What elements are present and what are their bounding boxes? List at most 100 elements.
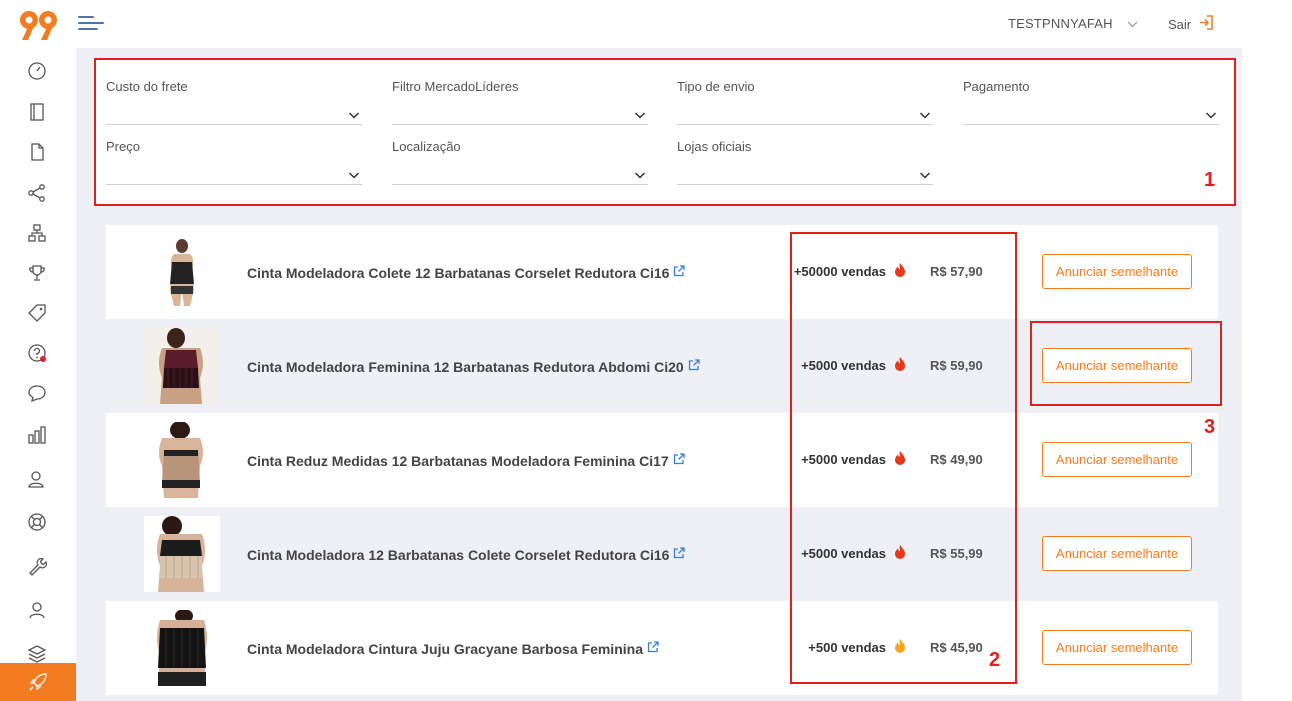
logout-icon (1199, 15, 1213, 33)
user-menu[interactable]: TESTPNNYAFAH (1008, 16, 1138, 31)
filter-localizacao[interactable]: Localização (392, 139, 648, 185)
chevron-down-icon (1127, 19, 1138, 31)
chevron-down-icon (919, 172, 931, 179)
filter-preco[interactable]: Preço (106, 139, 362, 185)
product-row: Cinta Reduz Medidas 12 Barbatanas Modela… (106, 413, 1218, 507)
filter-lojas-oficiais[interactable]: Lojas oficiais (677, 139, 933, 185)
product-title: Cinta Modeladora Feminina 12 Barbatanas … (247, 359, 684, 375)
filter-mercadolideres[interactable]: Filtro MercadoLíderes (392, 79, 648, 125)
anunciar-semelhante-button[interactable]: Anunciar semelhante (1042, 442, 1192, 477)
product-price: R$ 59,90 (930, 358, 983, 373)
filter-tipo-de-envio[interactable]: Tipo de envio (677, 79, 933, 125)
filter-label: Localização (392, 139, 461, 154)
chevron-down-icon (634, 112, 646, 119)
product-title-link[interactable]: Cinta Reduz Medidas 12 Barbatanas Modela… (247, 452, 685, 469)
filter-label: Lojas oficiais (677, 139, 752, 154)
logout-label: Sair (1168, 16, 1192, 32)
select-underline (106, 124, 362, 125)
product-image[interactable] (144, 610, 220, 686)
document-icon[interactable] (26, 141, 48, 163)
product-title-link[interactable]: Cinta Modeladora 12 Barbatanas Colete Co… (247, 546, 686, 563)
product-price: R$ 57,90 (930, 264, 983, 279)
anunciar-semelhante-button[interactable]: Anunciar semelhante (1042, 254, 1192, 289)
annotation-number-1: 1 (1204, 169, 1216, 191)
filter-label: Tipo de envio (677, 79, 755, 94)
chevron-down-icon (348, 112, 360, 119)
logout-button[interactable]: Sair (1168, 15, 1213, 33)
anunciar-semelhante-button[interactable]: Anunciar semelhante (1042, 536, 1192, 571)
top-bar: TESTPNNYAFAH Sair (0, 0, 1292, 48)
chevron-down-icon (919, 112, 931, 119)
sales-count: +5000 vendas (801, 546, 886, 561)
filter-pagamento[interactable]: Pagamento (963, 79, 1219, 125)
product-row: Cinta Modeladora 12 Barbatanas Colete Co… (106, 507, 1218, 601)
product-title-link[interactable]: Cinta Modeladora Feminina 12 Barbatanas … (247, 358, 700, 375)
product-image[interactable] (144, 422, 220, 498)
flame-icon (895, 451, 905, 465)
flame-icon (895, 639, 905, 653)
filter-custo-do-frete[interactable]: Custo do frete (106, 79, 362, 125)
flame-icon (895, 545, 905, 559)
logo-99[interactable] (18, 8, 60, 42)
layers-icon[interactable] (26, 643, 48, 665)
menu-toggle-icon[interactable] (78, 14, 104, 32)
select-underline (677, 184, 933, 185)
select-underline (392, 184, 648, 185)
question-notification-icon[interactable] (26, 342, 48, 364)
product-price: R$ 45,90 (930, 640, 983, 655)
product-title-link[interactable]: Cinta Modeladora Colete 12 Barbatanas Co… (247, 264, 686, 281)
product-price: R$ 55,99 (930, 546, 983, 561)
annotation-number-2: 2 (989, 649, 1001, 671)
users-icon[interactable] (26, 468, 48, 490)
external-link-icon (673, 452, 685, 468)
rocket-icon[interactable] (0, 663, 76, 701)
wrench-icon[interactable] (26, 555, 48, 577)
sales-count: +5000 vendas (801, 358, 886, 373)
bar-chart-icon[interactable] (26, 424, 48, 446)
speedometer-icon[interactable] (26, 60, 48, 82)
product-title: Cinta Modeladora Colete 12 Barbatanas Co… (247, 265, 670, 281)
product-row: Cinta Modeladora Feminina 12 Barbatanas … (106, 319, 1218, 413)
flame-icon (895, 263, 905, 277)
sales-count: +5000 vendas (801, 452, 886, 467)
annotation-number-3: 3 (1204, 416, 1216, 438)
product-price: R$ 49,90 (930, 452, 983, 467)
anunciar-semelhante-button[interactable]: Anunciar semelhante (1042, 348, 1192, 383)
user-icon[interactable] (26, 599, 48, 621)
filter-label: Pagamento (963, 79, 1030, 94)
product-row: Cinta Modeladora Cintura Juju Gracyane B… (106, 601, 1218, 695)
share-icon[interactable] (26, 182, 48, 204)
flame-icon (895, 357, 905, 371)
sales-count: +500 vendas (808, 640, 886, 655)
product-image[interactable] (144, 516, 220, 592)
product-title: Cinta Reduz Medidas 12 Barbatanas Modela… (247, 453, 669, 469)
filter-label: Filtro MercadoLíderes (392, 79, 519, 94)
external-link-icon (647, 640, 659, 656)
select-underline (963, 124, 1219, 125)
tag-icon[interactable] (26, 302, 48, 324)
product-title: Cinta Modeladora 12 Barbatanas Colete Co… (247, 547, 670, 563)
product-image[interactable] (144, 328, 220, 404)
external-link-icon (673, 264, 686, 280)
chat-bubble-icon[interactable] (26, 382, 48, 404)
notebook-icon[interactable] (26, 101, 48, 123)
chevron-down-icon (634, 172, 646, 179)
lifebuoy-icon[interactable] (26, 511, 48, 533)
sales-count: +50000 vendas (793, 264, 886, 279)
chevron-down-icon (348, 172, 360, 179)
anunciar-semelhante-button[interactable]: Anunciar semelhante (1042, 630, 1192, 665)
sitemap-icon[interactable] (26, 222, 48, 244)
product-title-link[interactable]: Cinta Modeladora Cintura Juju Gracyane B… (247, 640, 659, 657)
username-label: TESTPNNYAFAH (1008, 16, 1113, 31)
select-underline (106, 184, 362, 185)
chevron-down-icon (1205, 112, 1217, 119)
product-title: Cinta Modeladora Cintura Juju Gracyane B… (247, 641, 643, 657)
external-link-icon (688, 358, 700, 374)
trophy-icon[interactable] (26, 262, 48, 284)
product-image[interactable] (144, 234, 220, 310)
select-underline (392, 124, 648, 125)
product-row: Cinta Modeladora Colete 12 Barbatanas Co… (106, 225, 1218, 319)
filter-label: Preço (106, 139, 140, 154)
select-underline (677, 124, 933, 125)
external-link-icon (673, 546, 686, 562)
